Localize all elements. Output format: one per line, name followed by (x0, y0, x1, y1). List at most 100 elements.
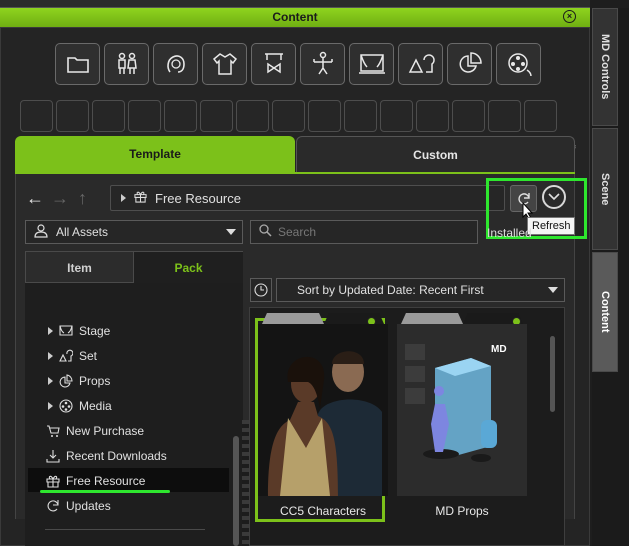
asset-filter-dropdown[interactable]: All Assets (25, 220, 243, 244)
download-icon (46, 449, 60, 463)
slot[interactable] (164, 100, 197, 132)
tree-item-new-purchase[interactable]: New Purchase (46, 418, 144, 443)
card-thumbnail: MD (397, 324, 527, 496)
search-icon (259, 224, 272, 240)
media-icon (59, 398, 73, 413)
subtab-pack[interactable]: Pack (134, 251, 243, 283)
side-tab-scene[interactable]: Scene (592, 128, 618, 250)
head-icon[interactable] (153, 43, 198, 85)
gift-icon (134, 190, 147, 206)
tree-divider (45, 529, 205, 530)
dropdown-arrow-icon (226, 229, 236, 235)
sort-dropdown[interactable]: Sort by Updated Date: Recent First (276, 278, 565, 302)
slot[interactable] (524, 100, 557, 132)
side-tab-label: Scene (599, 172, 611, 206)
tree-item-label: New Purchase (66, 423, 145, 438)
folder-icon[interactable] (55, 43, 100, 85)
side-tab-content[interactable]: Content (592, 252, 618, 372)
clock-icon[interactable] (250, 278, 272, 302)
path-breadcrumb[interactable]: Free Resource (110, 185, 505, 211)
back-arrow-icon[interactable]: ← (26, 188, 44, 209)
tree-scrollbar[interactable] (233, 436, 239, 546)
pose-icon[interactable] (300, 43, 345, 85)
card-label: MD Props (435, 504, 489, 518)
svg-text:MD: MD (491, 344, 507, 355)
props-icon[interactable] (447, 43, 492, 85)
expand-arrow-icon[interactable] (48, 326, 53, 335)
more-options-chevron-icon[interactable] (542, 185, 566, 209)
slot[interactable] (92, 100, 125, 132)
stage-icon[interactable] (349, 43, 394, 85)
installed-filter[interactable]: Installed (487, 226, 532, 240)
expand-arrow-icon[interactable] (48, 351, 53, 360)
pack-card[interactable]: CC5 Characters (255, 313, 388, 522)
update-icon (46, 499, 60, 513)
search-placeholder: Search (278, 225, 317, 239)
refresh-tooltip: Refresh (527, 217, 575, 235)
sort-bar: Sort by Updated Date: Recent First (250, 278, 565, 302)
tree-item-stage[interactable]: Stage (48, 318, 110, 343)
path-label: Free Resource (155, 190, 241, 206)
tab-custom[interactable]: Custom (296, 136, 575, 173)
card-thumbnail (258, 324, 388, 496)
slot[interactable] (380, 100, 413, 132)
slot[interactable] (56, 100, 89, 132)
props-icon (59, 373, 73, 388)
slot[interactable] (344, 100, 377, 132)
slot[interactable] (236, 100, 269, 132)
breadcrumb-chevron-icon (121, 194, 126, 202)
card-tab (401, 313, 463, 324)
tree-item-label: Recent Downloads (66, 448, 167, 463)
slot[interactable] (200, 100, 233, 132)
gift-icon (46, 474, 60, 488)
people-icon[interactable] (104, 43, 149, 85)
card-tab (262, 313, 324, 324)
slot[interactable] (20, 100, 53, 132)
subtab-item[interactable]: Item (25, 251, 134, 283)
pack-card[interactable]: MD MD Props (397, 313, 527, 525)
tree-item-recent-downloads[interactable]: Recent Downloads (46, 443, 167, 468)
slot[interactable] (308, 100, 341, 132)
window-titlebar: Content × (0, 8, 590, 27)
slot[interactable] (452, 100, 485, 132)
cart-icon (46, 424, 60, 438)
tree-item-label: Media (79, 398, 112, 413)
category-toolbar (55, 43, 541, 85)
grid-film-edge (242, 420, 249, 546)
expand-arrow-icon[interactable] (48, 401, 53, 410)
media-icon[interactable] (496, 43, 541, 85)
cloth-icon[interactable] (202, 43, 247, 85)
grid-scrollbar[interactable] (550, 336, 555, 412)
asset-filter-value: All Assets (56, 225, 109, 239)
tree-item-label: Props (79, 373, 111, 388)
side-tab-bar: MD Controls Scene Content (592, 8, 629, 546)
forward-arrow-icon[interactable]: → (51, 188, 69, 209)
tab-template[interactable]: Template (15, 136, 295, 173)
accessory-icon[interactable] (251, 43, 296, 85)
set-icon (59, 349, 73, 363)
slot[interactable] (416, 100, 449, 132)
slot[interactable] (272, 100, 305, 132)
slot[interactable] (128, 100, 161, 132)
library-tabs: Template Custom (15, 136, 575, 173)
view-subtabs: Item Pack (25, 251, 243, 283)
side-tab-label: MD Controls (599, 34, 611, 100)
up-arrow-icon[interactable]: ↑ (78, 188, 87, 209)
slot[interactable] (488, 100, 521, 132)
tree-item-props[interactable]: Props (48, 368, 110, 393)
stage-icon (59, 324, 73, 338)
side-tab-md-controls[interactable]: MD Controls (592, 8, 618, 126)
set-icon[interactable] (398, 43, 443, 85)
dropdown-arrow-icon (548, 287, 558, 293)
tree-item-label: Set (79, 348, 98, 363)
tree-item-label: Free Resource (66, 473, 146, 488)
close-icon[interactable]: × (563, 10, 576, 23)
tree-item-updates[interactable]: Updates (46, 493, 111, 518)
tree-item-media[interactable]: Media (48, 393, 112, 418)
search-input[interactable]: Search (250, 220, 478, 244)
user-icon (34, 223, 48, 241)
expand-arrow-icon[interactable] (48, 376, 53, 385)
tree-item-set[interactable]: Set (48, 343, 97, 368)
custom-slot-row (20, 100, 557, 132)
top-strip (0, 0, 590, 8)
